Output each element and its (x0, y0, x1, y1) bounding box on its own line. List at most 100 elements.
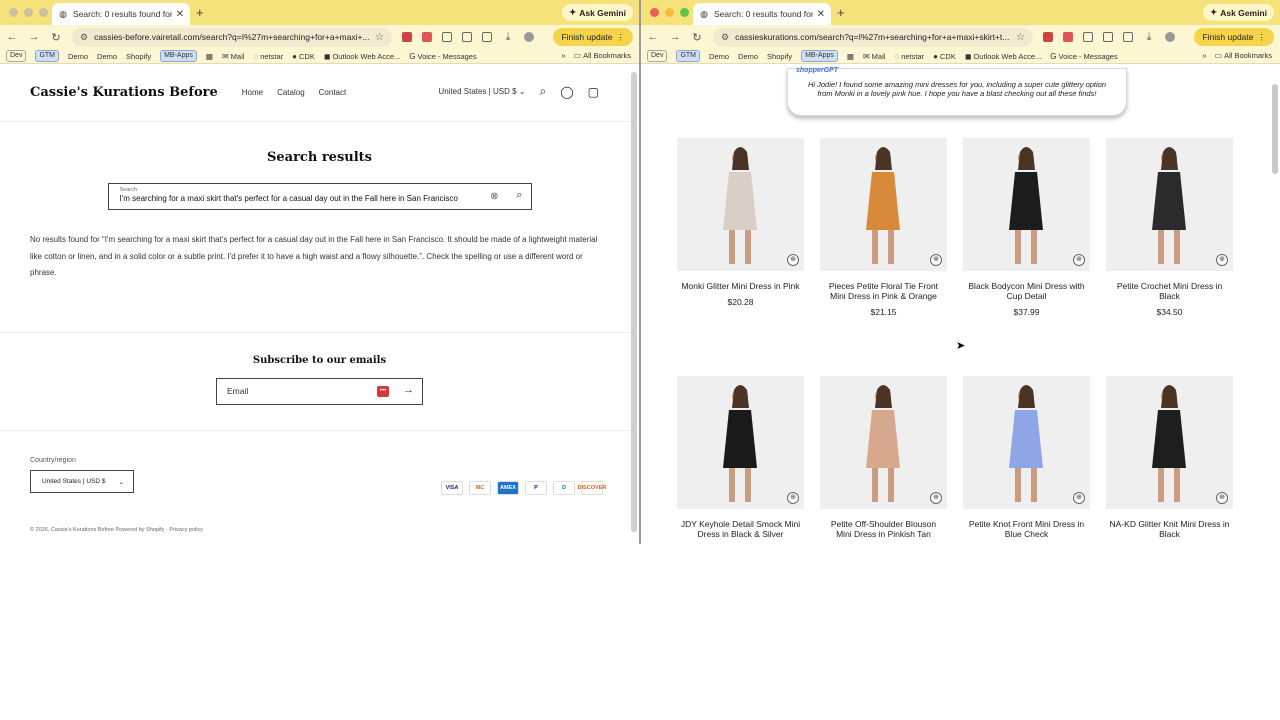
bookmark-chip[interactable]: Dev (647, 50, 668, 62)
product-name[interactable]: Petite Crochet Mini Dress in Black (1106, 281, 1233, 301)
quick-view-icon[interactable]: ⊕ (1073, 492, 1085, 504)
quick-view-icon[interactable]: ⊕ (1073, 254, 1085, 266)
product-name[interactable]: Black Bodycon Mini Dress with Cup Detail (963, 281, 1090, 301)
bookmark-star-icon[interactable]: ☆ (1016, 32, 1025, 43)
bookmark-chip[interactable]: MB-Apps (160, 50, 197, 62)
clear-search-icon[interactable]: ⊗ (490, 191, 498, 202)
extension-icon[interactable] (1123, 32, 1133, 42)
cart-icon[interactable]: ▢ (588, 85, 599, 99)
puzzle-icon[interactable] (462, 32, 472, 42)
quick-view-icon[interactable]: ⊕ (930, 492, 942, 504)
close-window-icon[interactable] (650, 8, 659, 17)
nav-contact[interactable]: Contact (319, 88, 347, 97)
product-card[interactable]: ⊕ NA-KD Glitter Knit Mini Dress in Black (1106, 376, 1233, 544)
ask-gemini-button[interactable]: ✦ Ask Gemini (562, 4, 633, 21)
zoom-window-icon[interactable] (680, 8, 689, 17)
bookmark-star-icon[interactable]: ☆ (375, 32, 384, 43)
bookmark-link[interactable]: ● CDK (933, 52, 956, 61)
download-icon[interactable]: ⤓ (502, 31, 514, 44)
more-bookmarks-icon[interactable]: » (561, 51, 565, 60)
bookmark-link[interactable]: G Voice - Messages (1050, 52, 1117, 61)
reload-icon[interactable]: ↻ (691, 31, 703, 44)
address-bar[interactable]: ⚙ cassies-before.vairetail.com/search?q=… (72, 27, 392, 47)
arrow-right-icon[interactable]: → (403, 384, 414, 396)
scrollbar[interactable] (631, 72, 637, 532)
nav-home[interactable]: Home (242, 88, 263, 97)
new-tab-icon[interactable]: + (196, 5, 204, 20)
product-name[interactable]: NA-KD Glitter Knit Mini Dress in Black (1106, 519, 1233, 539)
all-bookmarks-link[interactable]: ▭ All Bookmarks (1215, 51, 1273, 60)
ask-gemini-button[interactable]: ✦ Ask Gemini (1203, 4, 1274, 21)
email-field[interactable]: Email ••• → (216, 377, 423, 405)
reload-icon[interactable]: ↻ (50, 31, 62, 44)
bookmark-link[interactable]: G Voice - Messages (409, 52, 476, 61)
nav-catalog[interactable]: Catalog (277, 88, 305, 97)
bookmark-link[interactable]: ◌ netstar (894, 52, 924, 61)
bookmark-link[interactable]: Demo (738, 52, 758, 61)
minimize-window-icon[interactable] (24, 8, 33, 17)
country-select[interactable]: United States | USD $ ⌄ (30, 470, 134, 493)
address-bar[interactable]: ⚙ cassieskurations.com/search?q=I%27m+se… (713, 27, 1033, 47)
extension-icon[interactable] (422, 32, 432, 42)
product-name[interactable]: JDY Keyhole Detail Smock Mini Dress in B… (677, 519, 804, 539)
quick-view-icon[interactable]: ⊕ (787, 492, 799, 504)
bookmark-chip[interactable]: Dev (6, 50, 27, 62)
bookmark-link[interactable]: Shopify (767, 52, 792, 61)
store-brand[interactable]: Cassie's Kurations Before (30, 85, 218, 100)
back-icon[interactable]: ← (647, 31, 659, 43)
product-image[interactable]: ⊕ (820, 138, 947, 271)
bookmark-link[interactable]: ● CDK (292, 52, 315, 61)
puzzle-icon[interactable] (1103, 32, 1113, 42)
close-tab-icon[interactable]: ✕ (176, 9, 184, 20)
product-image[interactable]: ⊕ (1106, 138, 1233, 271)
product-image[interactable]: ⊕ (677, 138, 804, 271)
left-active-tab[interactable]: ◍ Search: 0 results found for "I' ✕ (52, 3, 190, 25)
quick-view-icon[interactable]: ⊕ (1216, 492, 1228, 504)
product-card[interactable]: ⊕ JDY Keyhole Detail Smock Mini Dress in … (677, 376, 804, 544)
product-card[interactable]: ⊕ Petite Off-Shoulder Blouson Mini Dress … (820, 376, 947, 544)
bookmark-link[interactable]: ◼ Outlook Web Acce... (324, 52, 400, 61)
avatar[interactable] (524, 32, 534, 42)
right-window-controls[interactable] (650, 8, 689, 17)
download-icon[interactable]: ⤓ (1143, 31, 1155, 44)
apps-grid-icon[interactable]: ▦ (847, 52, 854, 61)
search-input[interactable]: Search I'm searching for a maxi skirt th… (107, 183, 532, 210)
zoom-window-icon[interactable] (39, 8, 48, 17)
product-image[interactable]: ⊕ (677, 376, 804, 509)
bookmark-link[interactable]: ✉ Mail (222, 52, 244, 61)
all-bookmarks-link[interactable]: ▭ All Bookmarks (574, 51, 632, 60)
bookmark-link[interactable]: Shopify (126, 52, 151, 61)
forward-icon[interactable]: → (28, 31, 40, 43)
account-icon[interactable]: ◯ (560, 85, 573, 99)
product-name[interactable]: Petite Off-Shoulder Blouson Mini Dress i… (820, 519, 947, 539)
quick-view-icon[interactable]: ⊕ (787, 254, 799, 266)
privacy-policy-link[interactable]: Privacy policy (169, 527, 203, 533)
product-name[interactable]: Monki Glitter Mini Dress in Pink (677, 281, 804, 291)
product-card[interactable]: ⊕ Petite Knot Front Mini Dress in Blue Ch… (963, 376, 1090, 544)
password-manager-icon[interactable]: ••• (377, 385, 389, 397)
avatar[interactable] (1165, 32, 1175, 42)
bookmark-chip[interactable]: GTM (676, 50, 701, 62)
currency-selector[interactable]: United States | USD $ ⌄ (438, 87, 525, 96)
left-window-controls[interactable] (9, 8, 48, 17)
scrollbar[interactable] (1272, 84, 1278, 174)
extension-icon[interactable] (1063, 32, 1073, 42)
bookmark-link[interactable]: Demo (97, 52, 117, 61)
close-window-icon[interactable] (9, 8, 18, 17)
search-icon[interactable]: ⌕ (539, 84, 546, 99)
extension-icon[interactable] (1083, 32, 1093, 42)
extension-icon[interactable] (1043, 32, 1053, 42)
product-card[interactable]: ⊕ Petite Crochet Mini Dress in Black $34.5… (1106, 138, 1233, 317)
bookmark-link[interactable]: Demo (709, 52, 729, 61)
extension-icon[interactable] (482, 32, 492, 42)
product-name[interactable]: Petite Knot Front Mini Dress in Blue Che… (963, 519, 1090, 539)
bookmark-link[interactable]: Demo (68, 52, 88, 61)
bookmark-chip[interactable]: MB-Apps (801, 50, 838, 62)
product-name[interactable]: Pieces Petite Floral Tie Front Mini Dres… (820, 281, 947, 301)
site-info-icon[interactable]: ⚙ (80, 32, 88, 43)
finish-update-button[interactable]: Finish update ⋮ (553, 28, 633, 46)
product-card[interactable]: ⊕ Black Bodycon Mini Dress with Cup Detai… (963, 138, 1090, 317)
finish-update-button[interactable]: Finish update ⋮ (1194, 28, 1274, 46)
search-submit-icon[interactable]: ⌕ (516, 189, 522, 202)
product-image[interactable]: ⊕ (963, 376, 1090, 509)
